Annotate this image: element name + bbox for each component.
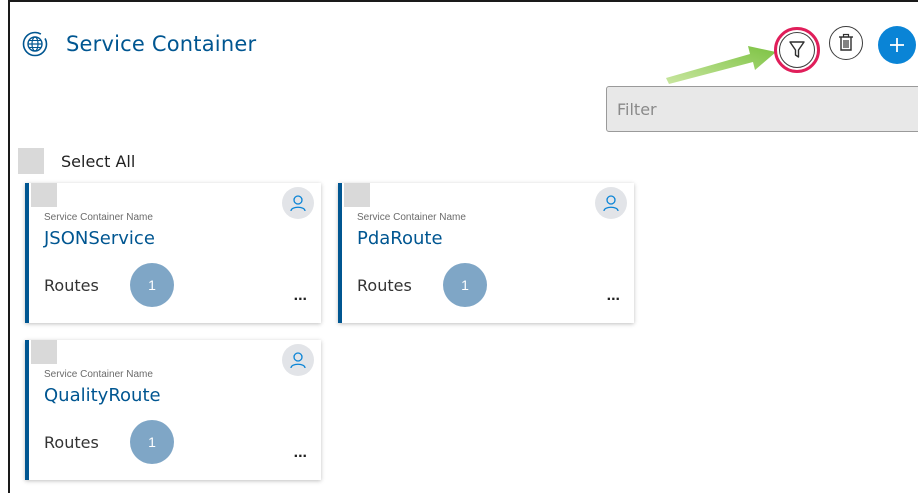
more-options-icon[interactable]: ...: [607, 288, 620, 304]
name-caption: Service Container Name: [44, 212, 153, 223]
service-card-pdaroute[interactable]: Service Container Name PdaRoute Routes 1…: [338, 183, 634, 323]
select-all-checkbox[interactable]: [18, 148, 44, 174]
service-container-page: Service Container Filter Select All Serv…: [8, 0, 918, 493]
trash-icon: [839, 33, 853, 51]
routes-count-badge[interactable]: 1: [130, 263, 174, 307]
card-checkbox[interactable]: [31, 183, 57, 207]
more-options-icon[interactable]: ...: [294, 445, 307, 461]
more-options-icon[interactable]: ...: [294, 288, 307, 304]
select-all-row: Select All: [18, 148, 135, 174]
routes-count-badge[interactable]: 1: [443, 263, 487, 307]
service-card-qualityroute[interactable]: Service Container Name QualityRoute Rout…: [25, 340, 321, 480]
service-name: PdaRoute: [357, 228, 443, 249]
select-all-label: Select All: [61, 151, 136, 171]
service-name: JSONService: [44, 228, 155, 249]
routes-label: Routes: [357, 276, 412, 295]
name-caption: Service Container Name: [357, 212, 466, 223]
card-checkbox[interactable]: [31, 340, 57, 364]
name-caption: Service Container Name: [44, 369, 153, 380]
filter-button[interactable]: [774, 27, 820, 73]
user-icon: [282, 187, 314, 219]
globe-service-icon: [22, 31, 48, 57]
service-card-jsonservice[interactable]: Service Container Name JSONService Route…: [25, 183, 321, 323]
user-icon: [595, 187, 627, 219]
page-header: Service Container: [10, 2, 918, 84]
plus-icon: [890, 38, 904, 52]
routes-label: Routes: [44, 276, 99, 295]
service-name: QualityRoute: [44, 385, 161, 406]
user-icon: [282, 344, 314, 376]
routes-count-badge[interactable]: 1: [130, 420, 174, 464]
filter-icon: [789, 41, 805, 58]
page-title: Service Container: [66, 32, 257, 56]
routes-label: Routes: [44, 433, 99, 452]
card-checkbox[interactable]: [344, 183, 370, 207]
annotation-arrow: [666, 46, 776, 84]
add-button[interactable]: [878, 26, 916, 64]
filter-input[interactable]: [606, 86, 918, 132]
delete-button[interactable]: [829, 26, 863, 60]
